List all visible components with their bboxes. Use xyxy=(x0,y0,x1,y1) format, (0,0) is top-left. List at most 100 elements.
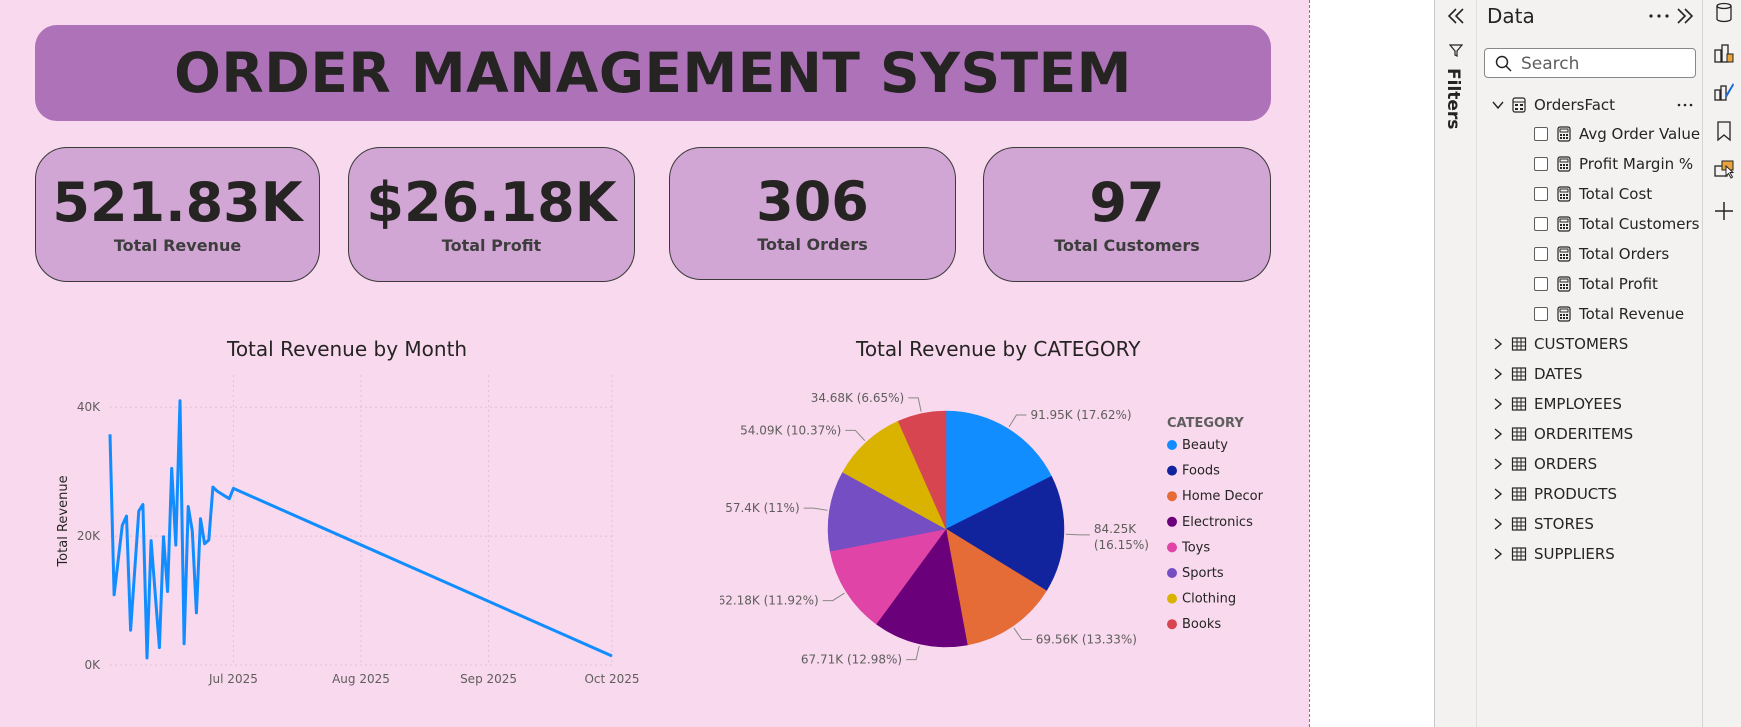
table-icon xyxy=(1511,337,1527,351)
chevron-right-icon[interactable] xyxy=(1491,367,1505,381)
search-input[interactable]: Search xyxy=(1484,48,1696,78)
data-label: 67.71K (12.98%) xyxy=(801,653,902,667)
legend-item[interactable]: Foods xyxy=(1182,464,1220,479)
legend-swatch xyxy=(1167,440,1177,450)
canvas-border xyxy=(1309,0,1310,727)
calculator-icon xyxy=(1557,306,1571,322)
data-pane: Data Search OrdersFact Avg Order Value P… xyxy=(1476,0,1702,727)
measure-item[interactable]: Total Cost xyxy=(1534,179,1652,209)
legend-item[interactable]: Beauty xyxy=(1182,438,1228,453)
table-more-options-icon[interactable] xyxy=(1676,100,1694,110)
format-visual-icon[interactable] xyxy=(1713,80,1735,102)
x-tick-label: Oct 2025 xyxy=(584,672,639,686)
chevron-right-icon[interactable] xyxy=(1491,337,1505,351)
y-tick-label: 40K xyxy=(77,400,101,414)
kpi-card-total-orders[interactable]: 306 Total Orders xyxy=(669,147,956,280)
legend-item[interactable]: Home Decor xyxy=(1182,489,1264,504)
chevron-down-icon[interactable] xyxy=(1491,98,1505,112)
leader-line xyxy=(1008,414,1027,428)
chevron-right-icon[interactable] xyxy=(1491,517,1505,531)
legend-item[interactable]: Toys xyxy=(1181,540,1210,555)
filters-pane-collapsed[interactable]: Filters xyxy=(1434,0,1476,727)
legend-swatch xyxy=(1167,593,1177,604)
table-label: SUPPLIERS xyxy=(1534,545,1615,563)
build-visual-icon[interactable] xyxy=(1713,42,1735,64)
measure-item[interactable]: Avg Order Value xyxy=(1534,119,1700,149)
table-item[interactable]: SUPPLIERS xyxy=(1491,539,1615,569)
table-label: EMPLOYEES xyxy=(1534,395,1622,413)
measure-checkbox[interactable] xyxy=(1534,217,1548,231)
kpi-card-total-customers[interactable]: 97 Total Customers xyxy=(983,147,1271,282)
pane-switcher-rail xyxy=(1702,0,1741,727)
calculator-icon xyxy=(1557,186,1571,202)
legend-item[interactable]: Electronics xyxy=(1182,515,1253,530)
table-item[interactable]: PRODUCTS xyxy=(1491,479,1617,509)
measure-checkbox[interactable] xyxy=(1534,157,1548,171)
table-item[interactable]: DATES xyxy=(1491,359,1583,389)
data-pane-icon[interactable] xyxy=(1713,2,1735,24)
kpi-label: Total Orders xyxy=(757,235,868,254)
measure-item[interactable]: Total Customers xyxy=(1534,209,1699,239)
bookmark-icon[interactable] xyxy=(1713,120,1735,142)
table-item[interactable]: ORDERITEMS xyxy=(1491,419,1633,449)
table-orders-fact[interactable]: OrdersFact xyxy=(1491,90,1691,120)
chevron-right-icon[interactable] xyxy=(1491,397,1505,411)
x-tick-label: Sep 2025 xyxy=(460,672,517,686)
measure-checkbox[interactable] xyxy=(1534,247,1548,261)
table-icon xyxy=(1511,487,1527,501)
chevron-right-icon[interactable] xyxy=(1491,427,1505,441)
data-label: 54.09K (10.37%) xyxy=(740,423,841,437)
leader-line xyxy=(1065,533,1090,536)
measure-item[interactable]: Total Orders xyxy=(1534,239,1669,269)
data-pane-title: Data xyxy=(1487,4,1535,28)
kpi-label: Total Revenue xyxy=(113,236,242,255)
chevron-right-icon[interactable] xyxy=(1491,487,1505,501)
report-canvas: ORDER MANAGEMENT SYSTEM 521.83K Total Re… xyxy=(0,0,1309,727)
y-tick-label: 20K xyxy=(77,529,101,543)
measure-item[interactable]: Total Revenue xyxy=(1534,299,1684,329)
table-item[interactable]: CUSTOMERS xyxy=(1491,329,1628,359)
line-chart[interactable]: 0K 20K 40K Jul 2025 Aug 2025 Sep 2025 Oct 202… xyxy=(50,360,690,690)
measure-checkbox[interactable] xyxy=(1534,307,1548,321)
measure-label: Avg Order Value xyxy=(1579,125,1701,143)
data-label: 84.25K xyxy=(1094,522,1137,536)
measure-item[interactable]: Total Profit xyxy=(1534,269,1658,299)
selection-icon[interactable] xyxy=(1713,158,1735,180)
data-label: 57.4K (11%) xyxy=(725,501,799,515)
measure-checkbox[interactable] xyxy=(1534,187,1548,201)
table-item[interactable]: ORDERS xyxy=(1491,449,1597,479)
table-label: ORDERITEMS xyxy=(1534,425,1634,443)
filters-label[interactable]: Filters xyxy=(1443,68,1463,129)
table-label: DATES xyxy=(1534,365,1583,383)
pie-chart[interactable]: 91.95K (17.62%) 84.25K (16.15%) 69.56K (13.… xyxy=(720,370,1280,700)
title-banner: ORDER MANAGEMENT SYSTEM xyxy=(35,25,1271,121)
legend-item[interactable]: Sports xyxy=(1182,566,1224,581)
measure-checkbox[interactable] xyxy=(1534,277,1548,291)
leader-line xyxy=(908,397,922,412)
leader-line xyxy=(822,592,845,602)
table-icon xyxy=(1511,367,1527,381)
table-item[interactable]: EMPLOYEES xyxy=(1491,389,1622,419)
collapse-left-icon[interactable] xyxy=(1446,6,1466,26)
revenue-series-line[interactable] xyxy=(108,399,613,660)
add-icon[interactable] xyxy=(1713,200,1735,222)
legend-swatch xyxy=(1167,542,1177,553)
legend-item[interactable]: Clothing xyxy=(1182,592,1236,607)
measure-label: Total Orders xyxy=(1579,245,1670,263)
measure-checkbox[interactable] xyxy=(1534,127,1548,141)
table-icon xyxy=(1511,547,1527,561)
table-item[interactable]: STORES xyxy=(1491,509,1594,539)
legend-item[interactable]: Books xyxy=(1182,617,1221,632)
chevron-right-icon[interactable] xyxy=(1491,457,1505,471)
chevron-right-icon[interactable] xyxy=(1491,547,1505,561)
legend-swatch xyxy=(1167,568,1177,578)
data-label: 91.95K (17.62%) xyxy=(1030,408,1131,422)
more-options-icon[interactable] xyxy=(1647,8,1671,24)
legend-swatch xyxy=(1167,491,1177,502)
kpi-card-total-profit[interactable]: $26.18K Total Profit xyxy=(348,147,635,282)
search-icon xyxy=(1495,55,1512,72)
measure-item[interactable]: Profit Margin % xyxy=(1534,149,1693,179)
collapse-right-icon[interactable] xyxy=(1675,6,1695,26)
kpi-card-total-revenue[interactable]: 521.83K Total Revenue xyxy=(35,147,320,282)
measure-label: Total Profit xyxy=(1579,275,1658,293)
